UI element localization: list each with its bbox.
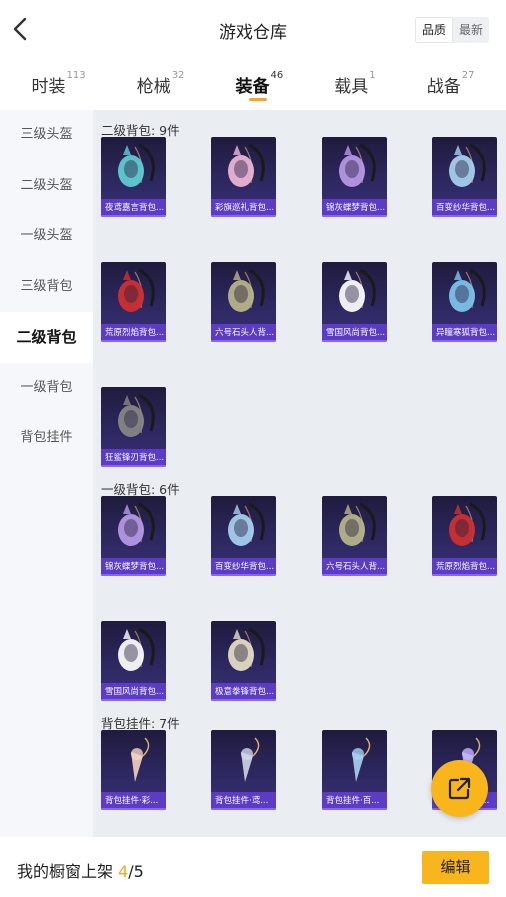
sidebar-item-level2-backpack[interactable]: 二级背包: [0, 312, 93, 363]
item-card[interactable]: 百变纱华背包...: [211, 496, 276, 576]
item-card[interactable]: 锦灰蝶梦背包...: [322, 137, 387, 217]
rarity-bar: [101, 465, 166, 467]
bunny-backpack-icon: [118, 627, 155, 671]
item-card[interactable]: 异瞳寒狐背包...: [432, 262, 497, 342]
rarity-bar: [101, 808, 166, 810]
rarity-bar: [322, 574, 387, 576]
tab-label: 枪械: [136, 77, 171, 97]
diamond-backpack-icon: [339, 143, 376, 187]
tab-count: 1: [369, 70, 376, 81]
diamond-backpack-icon: [118, 502, 155, 546]
item-card[interactable]: 锦灰蝶梦背包...: [101, 496, 166, 576]
crystal-backpack-icon: [449, 143, 486, 187]
tab-supplies[interactable]: 战备27: [426, 70, 475, 97]
sidebar-item-level1-backpack[interactable]: 一级背包: [0, 363, 93, 414]
item-card[interactable]: 彩旗巡礼背包...: [211, 137, 276, 217]
sidebar-item-backpack-charm[interactable]: 背包挂件: [0, 413, 93, 464]
rarity-bar: [101, 340, 166, 342]
edit-button[interactable]: 编辑: [422, 851, 489, 884]
sort-toggle: 品质 最新: [415, 17, 489, 43]
showcase-label: 我的橱窗上架: [17, 862, 119, 881]
red-mask-backpack-icon: [449, 502, 486, 546]
showcase-status: 我的橱窗上架 4/5: [17, 858, 144, 882]
rarity-bar: [101, 574, 166, 576]
tab-count: 27: [461, 70, 475, 81]
tab-firearms[interactable]: 枪械32: [136, 70, 185, 97]
blade-charm-icon: [241, 737, 260, 782]
rarity-bar: [211, 340, 276, 342]
rarity-bar: [101, 215, 166, 217]
rarity-bar: [101, 699, 166, 701]
item-card[interactable]: 夜鸢嘉言背包...: [101, 137, 166, 217]
active-tab-indicator: [249, 98, 268, 101]
tab-outfit[interactable]: 时装113: [31, 70, 86, 97]
item-card[interactable]: 六号石头人背...: [322, 496, 387, 576]
rarity-bar: [432, 574, 497, 576]
stone-golem-backpack-icon: [339, 502, 376, 546]
header: 游戏仓库 品质 最新: [0, 0, 506, 60]
tab-label: 载具: [334, 77, 369, 97]
dark-backpack-icon: [118, 143, 155, 187]
item-grid: 二级背包: 9件 夜鸢嘉言背包... 彩旗巡礼背包... 锦灰蝶梦背包... 百变纱华背…: [93, 110, 506, 837]
item-card[interactable]: 荒原烈焰背包...: [101, 262, 166, 342]
showcase-current-count: 4: [118, 862, 129, 881]
item-card[interactable]: 百变纱华背包...: [432, 137, 497, 217]
pink-backpack-icon: [228, 143, 265, 187]
sort-newest-button[interactable]: 最新: [453, 17, 489, 43]
item-card[interactable]: 雪国风尚背包...: [101, 621, 166, 701]
item-card[interactable]: 六号石头人背...: [211, 262, 276, 342]
rarity-bar: [211, 215, 276, 217]
rarity-bar: [211, 574, 276, 576]
category-tabs: 时装113 枪械32 装备46 载具1 战备27: [0, 60, 506, 110]
sort-quality-button[interactable]: 品质: [415, 17, 453, 43]
sidebar-item-level1-helmet[interactable]: 一级头盔: [0, 211, 93, 262]
rarity-bar: [322, 215, 387, 217]
share-external-icon: [448, 777, 471, 800]
rarity-bar: [211, 808, 276, 810]
tab-label: 战备: [426, 77, 461, 97]
subcategory-sidebar: 三级头盔 二级头盔 一级头盔 三级背包 二级背包 一级背包 背包挂件: [0, 110, 93, 837]
item-card[interactable]: 背包挂件·彩...: [101, 730, 166, 810]
shark-backpack-icon: [118, 393, 155, 437]
showcase-footer: 我的橱窗上架 4/5 编辑: [0, 837, 506, 897]
bunny-backpack-icon: [339, 268, 376, 312]
rarity-bar: [211, 699, 276, 701]
share-button[interactable]: [431, 760, 488, 817]
item-card[interactable]: 雪国风尚背包...: [322, 262, 387, 342]
ice-cream-charm-icon: [131, 737, 150, 782]
showcase-total-count: /5: [128, 862, 144, 881]
rarity-bar: [322, 340, 387, 342]
item-card[interactable]: 极意拳锋背包...: [211, 621, 276, 701]
item-card[interactable]: 狂鲨锋刃背包...: [101, 387, 166, 467]
tab-count: 46: [270, 70, 284, 81]
item-card[interactable]: 背包挂件·百...: [322, 730, 387, 810]
tab-count: 32: [171, 70, 185, 81]
tab-equipment[interactable]: 装备46: [235, 70, 284, 101]
rarity-bar: [432, 340, 497, 342]
rarity-bar: [432, 215, 497, 217]
item-card[interactable]: 背包挂件·鸢...: [211, 730, 276, 810]
tab-label: 装备: [235, 77, 270, 97]
tab-count: 113: [66, 70, 86, 81]
tab-label: 时装: [31, 77, 66, 97]
fox-backpack-icon: [449, 268, 486, 312]
item-card[interactable]: 荒原烈焰背包...: [432, 496, 497, 576]
sidebar-item-level3-backpack[interactable]: 三级背包: [0, 262, 93, 313]
tab-vehicles[interactable]: 载具1: [334, 70, 376, 97]
rarity-bar: [322, 808, 387, 810]
red-mask-backpack-icon: [118, 268, 155, 312]
cup-backpack-icon: [228, 627, 265, 671]
crystal-charm-icon: [352, 737, 371, 782]
crystal-backpack-icon: [228, 502, 265, 546]
stone-golem-backpack-icon: [228, 268, 265, 312]
sidebar-item-level3-helmet[interactable]: 三级头盔: [0, 110, 93, 161]
sidebar-item-level2-helmet[interactable]: 二级头盔: [0, 161, 93, 212]
